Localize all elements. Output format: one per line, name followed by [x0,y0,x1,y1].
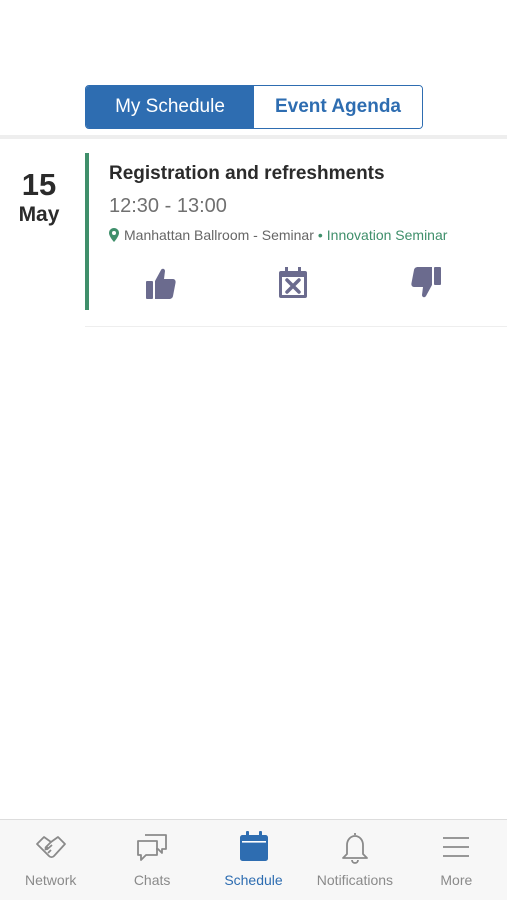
chat-icon [135,830,169,864]
tab-event-agenda[interactable]: Event Agenda [254,86,422,128]
tab-label-chats: Chats [133,872,171,888]
tab-notifications[interactable]: Notifications [304,820,405,900]
menu-icon [439,830,473,864]
event-actions [85,263,507,303]
date-day: 15 [21,167,57,202]
tab-label-schedule: Schedule [224,872,283,888]
date-month: May [18,203,60,226]
event-title: Registration and refreshments [109,163,385,184]
tab-label-notifications: Notifications [316,872,394,888]
header-divider [0,135,507,139]
tab-schedule[interactable]: Schedule [203,820,304,900]
date-badge: 15 May [0,168,78,228]
calendar-icon [237,830,271,864]
event-track-link[interactable]: Innovation Seminar [327,227,448,243]
handshake-icon [34,830,68,864]
dislike-button[interactable] [406,263,446,303]
event-card[interactable]: Registration and refreshments 12:30 - 13… [85,153,507,311]
like-button[interactable] [141,263,181,303]
bottom-tab-bar: Network Chats Schedule Notifications Mor… [0,819,507,900]
thumbs-down-icon [411,267,441,298]
tab-label-more: More [440,872,473,888]
tab-label-network: Network [25,872,77,888]
calendar-remove-icon [279,267,307,298]
location-pin-icon [109,228,119,242]
thumbs-up-icon [146,268,176,299]
tab-more[interactable]: More [406,820,507,900]
event-location: Manhattan Ballroom - Seminar [124,227,314,243]
event-time: 12:30 - 13:00 [109,195,227,217]
row-divider [85,326,507,327]
bell-icon [338,830,372,864]
tab-chats[interactable]: Chats [101,820,202,900]
separator-dot: • [317,227,323,243]
schedule-segmented-control: My Schedule Event Agenda [85,85,423,129]
remove-from-schedule-button[interactable] [273,263,313,303]
tab-network[interactable]: Network [0,820,101,900]
tab-my-schedule[interactable]: My Schedule [86,86,254,128]
event-location-row: Manhattan Ballroom - Seminar • Innovatio… [109,227,447,243]
